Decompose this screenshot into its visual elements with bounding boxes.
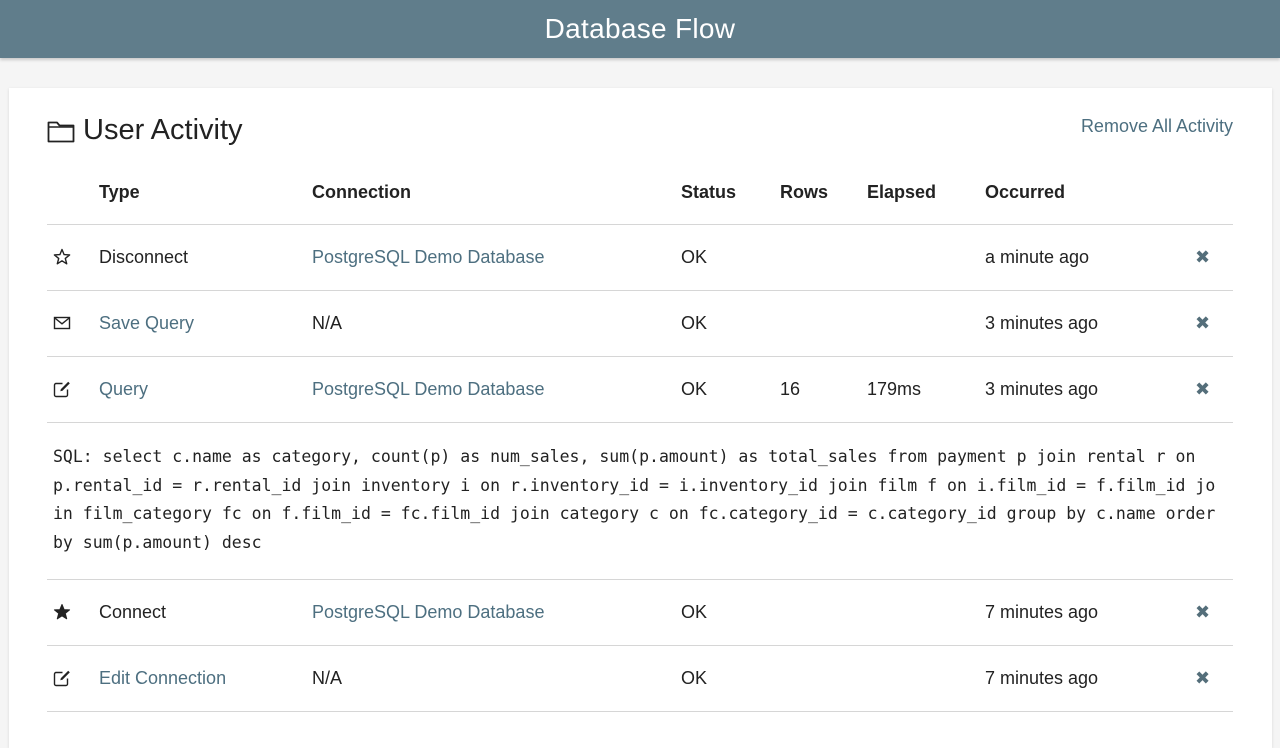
row-status: OK <box>681 668 708 688</box>
table-row: Save Query N/A OK 3 minutes ago ✖ <box>47 291 1233 357</box>
card-title-text: User Activity <box>83 114 243 146</box>
top-bar: Database Flow <box>0 0 1280 58</box>
row-rows: 16 <box>780 379 801 399</box>
edit-icon <box>53 380 71 398</box>
remove-row-icon[interactable]: ✖ <box>1195 379 1210 400</box>
remove-all-activity-link[interactable]: Remove All Activity <box>1081 116 1233 137</box>
header-rows: Rows <box>780 182 829 202</box>
header-status: Status <box>681 182 737 202</box>
sql-detail: SQL: select c.name as category, count(p)… <box>47 423 1233 580</box>
user-activity-card: User Activity Remove All Activity Type C… <box>9 88 1272 748</box>
row-occurred: 3 minutes ago <box>985 379 1099 399</box>
row-occurred: 7 minutes ago <box>985 668 1099 688</box>
table-row: Disconnect PostgreSQL Demo Database OK a… <box>47 225 1233 291</box>
edit-icon <box>53 669 71 687</box>
envelope-icon <box>53 314 71 332</box>
row-occurred: 7 minutes ago <box>985 602 1099 622</box>
card-title: User Activity <box>47 114 243 147</box>
row-type-link[interactable]: Query <box>99 379 148 400</box>
table-row: Edit Connection N/A OK 7 minutes ago ✖ <box>47 646 1233 712</box>
header-occurred: Occurred <box>985 182 1066 202</box>
activity-table: Type Connection Status Rows Elapsed Occu… <box>47 158 1233 712</box>
remove-row-icon[interactable]: ✖ <box>1195 313 1210 334</box>
row-type-link[interactable]: Edit Connection <box>99 668 226 689</box>
row-connection-link[interactable]: PostgreSQL Demo Database <box>312 602 544 623</box>
card-header: User Activity Remove All Activity <box>47 114 1233 150</box>
remove-row-icon[interactable]: ✖ <box>1195 668 1210 689</box>
row-type: Disconnect <box>99 247 189 267</box>
remove-row-icon[interactable]: ✖ <box>1195 602 1210 623</box>
app-title: Database Flow <box>544 13 736 44</box>
row-status: OK <box>681 379 708 399</box>
folder-icon <box>47 119 75 143</box>
row-status: OK <box>681 313 708 333</box>
header-elapsed: Elapsed <box>867 182 937 202</box>
row-connection-link[interactable]: PostgreSQL Demo Database <box>312 247 544 268</box>
row-connection: N/A <box>312 668 343 688</box>
row-occurred: a minute ago <box>985 247 1090 267</box>
row-connection: N/A <box>312 313 343 333</box>
row-connection-link[interactable]: PostgreSQL Demo Database <box>312 379 544 400</box>
row-type: Connect <box>99 602 167 622</box>
row-occurred: 3 minutes ago <box>985 313 1099 333</box>
row-status: OK <box>681 247 708 267</box>
row-elapsed: 179ms <box>867 379 922 399</box>
header-connection: Connection <box>312 182 411 202</box>
row-status: OK <box>681 602 708 622</box>
table-header: Type Connection Status Rows Elapsed Occu… <box>47 158 1233 225</box>
table-row: Connect PostgreSQL Demo Database OK 7 mi… <box>47 580 1233 646</box>
star-filled-icon <box>53 603 71 621</box>
remove-row-icon[interactable]: ✖ <box>1195 247 1210 268</box>
header-type: Type <box>99 182 140 202</box>
row-type-link[interactable]: Save Query <box>99 313 194 334</box>
table-row: Query PostgreSQL Demo Database OK 16 179… <box>47 357 1233 423</box>
star-outline-icon <box>53 248 71 266</box>
